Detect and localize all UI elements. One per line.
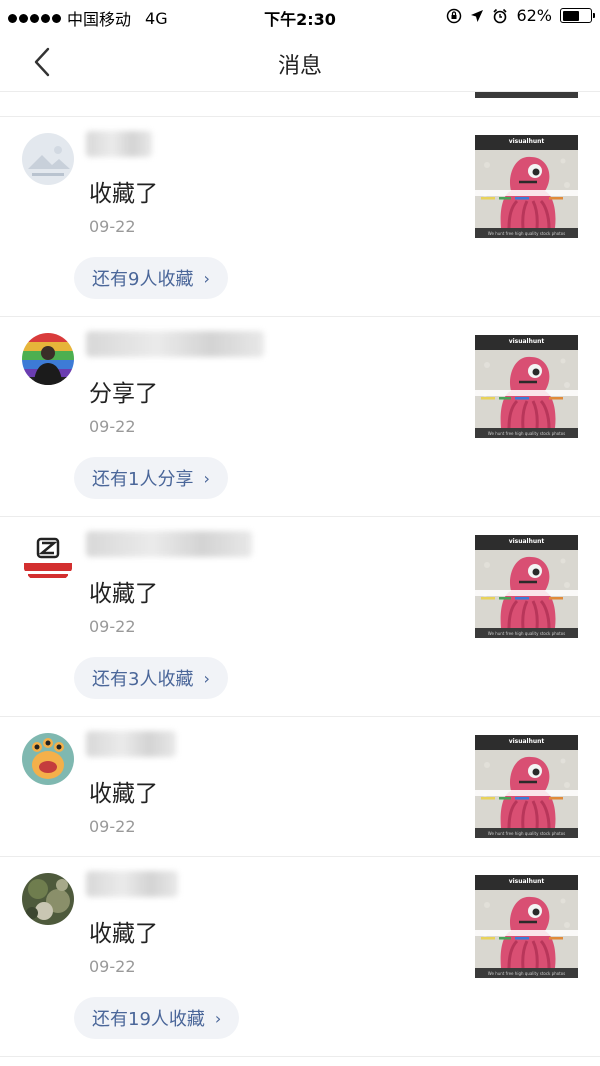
battery-percent: 62% — [516, 6, 552, 25]
message-item[interactable]: 收藏了 09-22 还有9人收藏 › visualhunt We hunt free … — [0, 116, 600, 316]
battery-level-fill — [562, 10, 580, 21]
alarm-icon — [493, 8, 508, 23]
previous-item-thumbnail-edge — [475, 92, 578, 98]
thumbnail-caption: We hunt free high quality stock photos — [487, 431, 566, 436]
navigation-bar: 消息 — [0, 32, 600, 92]
cartoon-monster-avatar[interactable] — [22, 733, 74, 785]
more-users-button[interactable]: 还有19人收藏 › — [74, 997, 240, 1039]
username-blurred[interactable] — [86, 731, 176, 757]
message-date: 09-22 — [89, 817, 136, 836]
thumbnail-caption: We hunt free high quality stock photos — [487, 631, 566, 636]
chevron-right-icon: › — [203, 268, 210, 288]
avatar-image — [22, 873, 74, 925]
location-arrow-icon — [471, 9, 484, 22]
car-brand-logo-avatar[interactable] — [22, 533, 74, 585]
thumbnail-footer: We hunt free high quality stock photos — [475, 228, 578, 238]
lock-rotation-icon — [447, 8, 462, 23]
person-rainbow-avatar[interactable] — [22, 333, 74, 385]
post-thumbnail[interactable]: visualhunt We hunt free high quality sto… — [475, 535, 578, 638]
post-thumbnail[interactable]: visualhunt We hunt free high quality sto… — [475, 735, 578, 838]
message-date: 09-22 — [89, 617, 136, 636]
more-users-label: 还有19人收藏 — [92, 1009, 205, 1030]
message-item[interactable]: 分享了 09-22 还有1人分享 › visualhunt We hunt free … — [0, 316, 600, 516]
status-bar: 中国移动 4G 下午2:30 62% — [0, 0, 600, 32]
username-blurred[interactable] — [86, 871, 178, 897]
octopus-illustration — [475, 350, 578, 429]
octopus-illustration — [475, 890, 578, 969]
message-item[interactable]: 收藏了 09-22 visualhunt We hunt free high qu… — [0, 716, 600, 856]
nature-photo-avatar[interactable] — [22, 873, 74, 925]
more-users-button[interactable]: 还有3人收藏 › — [74, 657, 228, 699]
thumbnail-footer: We hunt free high quality stock photos — [475, 968, 578, 978]
battery-icon — [560, 8, 595, 23]
status-right: 62% — [446, 6, 595, 25]
post-thumbnail[interactable]: visualhunt We hunt free high quality sto… — [475, 135, 578, 238]
action-text: 收藏了 — [89, 581, 158, 607]
post-thumbnail[interactable]: visualhunt We hunt free high quality sto… — [475, 335, 578, 438]
octopus-illustration — [475, 150, 578, 229]
avatar-image — [22, 133, 74, 185]
message-date: 09-22 — [89, 217, 136, 236]
message-date: 09-22 — [89, 957, 136, 976]
thumbnail-caption: We hunt free high quality stock photos — [487, 231, 566, 236]
octopus-illustration — [475, 750, 578, 829]
list-end-divider — [0, 1056, 600, 1057]
chevron-right-icon: › — [214, 1008, 222, 1028]
thumbnail-footer: We hunt free high quality stock photos — [475, 628, 578, 638]
thumbnail-caption: We hunt free high quality stock photos — [487, 971, 566, 976]
thumbnail-footer: We hunt free high quality stock photos — [475, 428, 578, 438]
landscape-placeholder-avatar[interactable] — [22, 133, 74, 185]
username-blurred[interactable] — [86, 131, 152, 157]
octopus-illustration — [475, 550, 578, 629]
more-users-button[interactable]: 还有1人分享 › — [74, 457, 228, 499]
message-item[interactable]: 收藏了 09-22 还有19人收藏 › visualhunt We hunt free… — [0, 856, 600, 1056]
username-blurred[interactable] — [86, 531, 252, 557]
action-text: 收藏了 — [89, 781, 158, 807]
more-users-label: 还有1人分享 — [92, 469, 194, 490]
action-text: 分享了 — [89, 381, 158, 407]
avatar-image — [22, 333, 74, 385]
message-item[interactable]: 收藏了 09-22 还有3人收藏 › visualhunt We hunt free … — [0, 516, 600, 716]
more-users-button[interactable]: 还有9人收藏 › — [74, 257, 228, 299]
page-title: 消息 — [277, 54, 322, 79]
action-text: 收藏了 — [89, 921, 158, 947]
chevron-right-icon: › — [203, 668, 210, 688]
message-list: 收藏了 09-22 还有9人收藏 › visualhunt We hunt free … — [0, 116, 600, 1057]
post-thumbnail[interactable]: visualhunt We hunt free high quality sto… — [475, 875, 578, 978]
username-blurred[interactable] — [86, 331, 264, 357]
thumbnail-caption: We hunt free high quality stock photos — [487, 831, 566, 836]
avatar-image — [22, 533, 74, 585]
more-users-label: 还有9人收藏 — [92, 269, 194, 290]
avatar-image — [22, 733, 74, 785]
message-date: 09-22 — [89, 417, 136, 436]
thumbnail-footer: We hunt free high quality stock photos — [475, 828, 578, 838]
more-users-label: 还有3人收藏 — [92, 669, 194, 690]
chevron-right-icon: › — [203, 468, 210, 488]
action-text: 收藏了 — [89, 181, 158, 207]
